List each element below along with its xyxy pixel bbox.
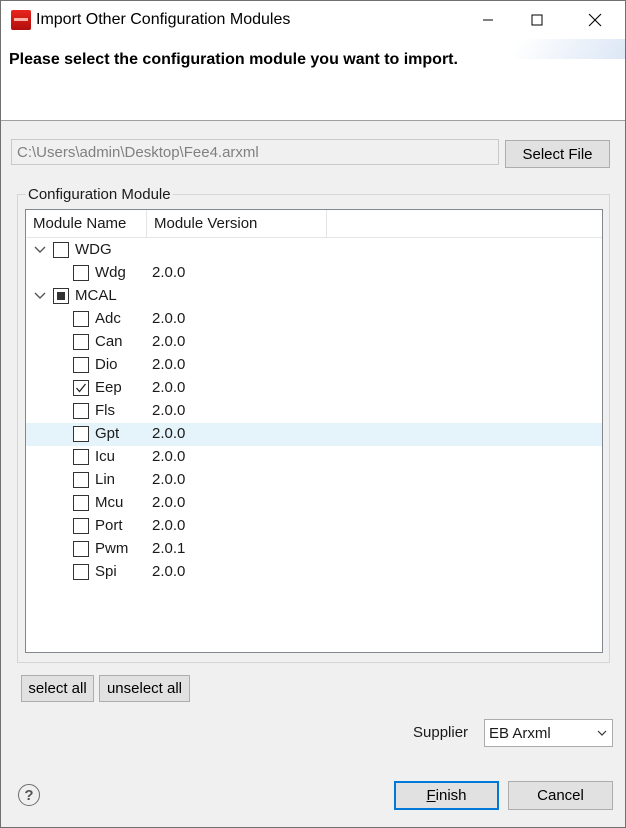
module-name: Can	[95, 333, 123, 350]
checkmark-icon	[76, 383, 87, 393]
supplier-label: Supplier	[413, 724, 469, 741]
banner-decoration	[507, 39, 625, 59]
close-button[interactable]	[572, 1, 618, 39]
tree-row-pwm[interactable]: Pwm 2.0.1	[26, 538, 602, 561]
checkbox-port[interactable]	[73, 518, 89, 534]
tree-row-port[interactable]: Port 2.0.0	[26, 515, 602, 538]
module-tree[interactable]: Module Name Module Version WDG Wdg 2.0.0 MC…	[25, 209, 603, 653]
banner-message: Please select the configuration module y…	[9, 51, 458, 68]
tree-row-eep[interactable]: Eep 2.0.0	[26, 377, 602, 400]
module-version: 2.0.0	[152, 448, 186, 465]
tree-row-wdg[interactable]: Wdg 2.0.0	[26, 262, 602, 285]
tree-row-adc[interactable]: Adc 2.0.0	[26, 308, 602, 331]
tree-row-mcal[interactable]: MCAL	[26, 285, 602, 308]
finish-label: inish	[435, 787, 467, 804]
module-name: Port	[95, 517, 123, 534]
message-banner: Please select the configuration module y…	[1, 39, 625, 121]
module-version: 2.0.0	[152, 517, 186, 534]
supplier-value: EB Arxml	[489, 725, 551, 742]
tree-row-dio[interactable]: Dio 2.0.0	[26, 354, 602, 377]
module-name: Pwm	[95, 540, 129, 557]
checkbox-pwm[interactable]	[73, 541, 89, 557]
maximize-button[interactable]	[514, 1, 560, 39]
module-name: Eep	[95, 379, 122, 396]
finish-mnemonic: F	[426, 787, 436, 804]
module-name: Gpt	[95, 425, 120, 442]
help-icon[interactable]: ?	[18, 784, 40, 806]
dialog-window: Import Other Configuration Modules Pleas…	[0, 0, 626, 828]
checkbox-gpt[interactable]	[73, 426, 89, 442]
module-name: WDG	[75, 241, 112, 258]
checkbox-dio[interactable]	[73, 357, 89, 373]
finish-button[interactable]: Finish	[394, 781, 499, 810]
module-name: Fls	[95, 402, 115, 419]
module-name: MCAL	[75, 287, 117, 304]
tree-row-can[interactable]: Can 2.0.0	[26, 331, 602, 354]
checkbox-mcal[interactable]	[53, 288, 69, 304]
unselect-all-button[interactable]: unselect all	[99, 675, 190, 702]
checkbox-lin[interactable]	[73, 472, 89, 488]
close-icon	[588, 13, 602, 27]
tree-header: Module Name Module Version	[26, 210, 602, 238]
group-label: Configuration Module	[26, 186, 173, 203]
checkbox-fls[interactable]	[73, 403, 89, 419]
module-version: 2.0.0	[152, 310, 186, 327]
chevron-down-icon	[597, 730, 607, 736]
checkbox-mcu[interactable]	[73, 495, 89, 511]
minimize-icon	[483, 19, 493, 21]
tree-row-spi[interactable]: Spi 2.0.0	[26, 561, 602, 584]
checkbox-adc[interactable]	[73, 311, 89, 327]
module-version: 2.0.0	[152, 471, 186, 488]
module-version: 2.0.0	[152, 356, 186, 373]
module-version: 2.0.0	[152, 379, 186, 396]
module-name: Mcu	[95, 494, 124, 511]
title-bar[interactable]: Import Other Configuration Modules	[1, 1, 625, 39]
checkbox-wdg[interactable]	[73, 265, 89, 281]
module-version: 2.0.0	[152, 494, 186, 511]
column-header-module-version[interactable]: Module Version	[147, 210, 327, 238]
tree-row-lin[interactable]: Lin 2.0.0	[26, 469, 602, 492]
module-version: 2.0.0	[152, 402, 186, 419]
module-name: Wdg	[95, 264, 126, 281]
select-all-button[interactable]: select all	[21, 675, 94, 702]
chevron-down-icon[interactable]	[34, 244, 46, 256]
module-version: 2.0.1	[152, 540, 186, 557]
chevron-down-icon[interactable]	[34, 290, 46, 302]
module-version: 2.0.0	[152, 425, 186, 442]
module-name: Lin	[95, 471, 116, 488]
maximize-icon	[531, 14, 543, 26]
file-path-field[interactable]	[11, 139, 499, 165]
module-version: 2.0.0	[152, 333, 186, 350]
module-version: 2.0.0	[152, 563, 186, 580]
tree-row-fls[interactable]: Fls 2.0.0	[26, 400, 602, 423]
tree-row-icu[interactable]: Icu 2.0.0	[26, 446, 602, 469]
checkbox-icu[interactable]	[73, 449, 89, 465]
select-file-button[interactable]: Select File	[505, 140, 610, 168]
checkbox-can[interactable]	[73, 334, 89, 350]
cancel-button[interactable]: Cancel	[508, 781, 613, 810]
checkbox-spi[interactable]	[73, 564, 89, 580]
module-name: Spi	[95, 563, 117, 580]
checkbox-wdg[interactable]	[53, 242, 69, 258]
tree-row-wdg[interactable]: WDG	[26, 239, 602, 262]
tree-row-gpt[interactable]: Gpt 2.0.0	[26, 423, 602, 446]
column-header-module-name[interactable]: Module Name	[26, 210, 147, 238]
module-name: Icu	[95, 448, 116, 465]
checkbox-eep[interactable]	[73, 380, 89, 396]
module-name: Adc	[95, 310, 121, 327]
minimize-button[interactable]	[465, 1, 511, 39]
module-name: Dio	[95, 356, 118, 373]
window-title: Import Other Configuration Modules	[36, 11, 291, 28]
supplier-dropdown[interactable]: EB Arxml	[484, 719, 613, 747]
tree-row-mcu[interactable]: Mcu 2.0.0	[26, 492, 602, 515]
app-logo-icon	[11, 10, 31, 30]
module-version: 2.0.0	[152, 264, 186, 281]
